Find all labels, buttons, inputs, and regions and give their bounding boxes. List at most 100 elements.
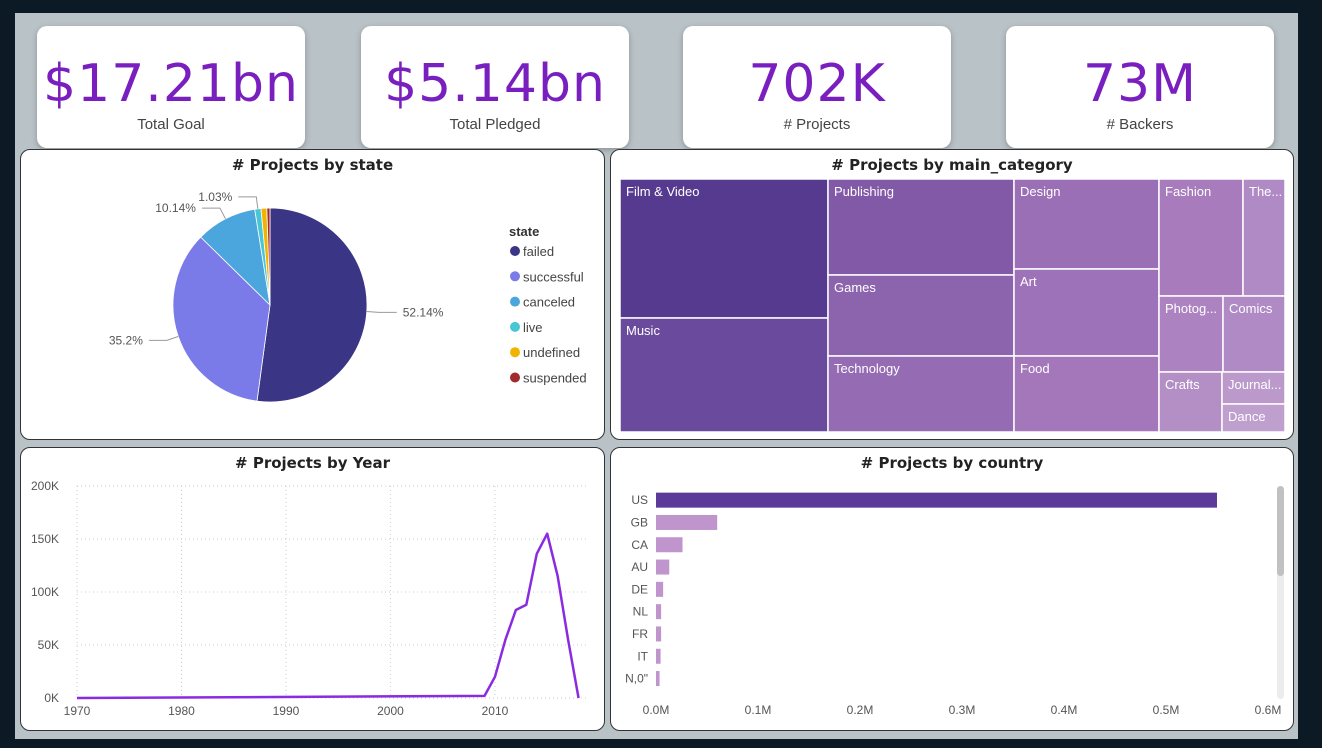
treemap-tile-food[interactable]: Food [1013, 355, 1160, 433]
kpi-value: 73M [1082, 54, 1198, 114]
bar-gb[interactable] [656, 514, 718, 530]
treemap-tile-photog-[interactable]: Photog... [1158, 295, 1224, 373]
legend-item-failed[interactable]: failed [523, 244, 554, 259]
bar-nl[interactable] [656, 604, 662, 620]
x-tick-label: 0.3M [949, 703, 976, 717]
legend-marker [510, 296, 520, 307]
legend-title: state [509, 224, 539, 239]
treemap-label: Fashion [1165, 184, 1211, 199]
treemap-label: Film & Video [626, 184, 699, 199]
treemap-tile-art[interactable]: Art [1013, 268, 1160, 357]
kpi-value: $5.14bn [384, 54, 606, 114]
y-tick-label: 50K [38, 638, 59, 652]
kpi-total-pledged[interactable]: $5.14bn Total Pledged [361, 26, 629, 148]
bar-chart[interactable]: 0.0M 0.1M 0.2M 0.3M 0.4M 0.5M 0.6M US GB CA AU DE NL… [611, 448, 1293, 730]
pie-leader-line [238, 196, 259, 209]
bar-us[interactable] [656, 492, 1217, 508]
y-category-label: CA [631, 538, 648, 552]
y-category-label: US [631, 493, 648, 507]
scrollbar-thumb[interactable] [1277, 486, 1284, 576]
treemap-tile-film-video[interactable]: Film & Video [619, 178, 829, 319]
line-chart[interactable]: 0K 50K 100K 150K 200K 1970 1980 1990 2000 2010 [21, 448, 604, 730]
kpi-label: Total Pledged [449, 116, 541, 133]
pie-data-label: 35.2% [109, 333, 143, 347]
legend-item-canceled[interactable]: canceled [523, 295, 575, 310]
bar-au[interactable] [656, 559, 670, 575]
treemap-tile-fashion[interactable]: Fashion [1158, 178, 1244, 297]
bar-chart-card[interactable]: # Projects by country 0.0M 0.1M 0.2M 0.3M 0.… [610, 447, 1294, 731]
kpi-projects[interactable]: 702K # Projects [683, 26, 951, 148]
treemap-label: The... [1249, 184, 1282, 199]
legend-marker [510, 321, 520, 332]
y-category-label: IT [637, 649, 648, 663]
treemap-card[interactable]: # Projects by main_category Film & Video… [610, 149, 1294, 440]
treemap-tile-games[interactable]: Games [827, 274, 1015, 357]
treemap-tile-publishing[interactable]: Publishing [827, 178, 1015, 276]
x-tick-label: 0.6M [1255, 703, 1282, 717]
pie-data-label: 1.03% [198, 190, 232, 204]
pie-data-label: 52.14% [403, 305, 444, 319]
treemap-label: Design [1020, 184, 1060, 199]
treemap-label: Comics [1229, 301, 1273, 316]
treemap-tile-comics[interactable]: Comics [1222, 295, 1286, 373]
bar-n[interactable] [656, 671, 660, 687]
legend-item-undefined[interactable]: undefined [523, 345, 580, 360]
x-tick-label: 2000 [377, 704, 404, 718]
kpi-label: # Projects [783, 116, 851, 133]
x-tick-label: 1970 [64, 704, 91, 718]
treemap-tile-music[interactable]: Music [619, 317, 829, 433]
kpi-value: $17.21bn [43, 54, 299, 114]
pie-leader-line [201, 207, 226, 220]
y-category-label: GB [631, 515, 648, 529]
y-tick-label: 100K [31, 585, 59, 599]
kpi-total-goal[interactable]: $17.21bn Total Goal [37, 26, 305, 148]
y-tick-label: 0K [44, 691, 59, 705]
bar-de[interactable] [656, 581, 664, 597]
dashboard-canvas: $17.21bn Total Goal $5.14bn Total Pledge… [15, 13, 1298, 739]
treemap-label: Journal... [1228, 377, 1281, 392]
treemap-tile-journal-[interactable]: Journal... [1221, 371, 1286, 405]
kpi-value: 702K [748, 54, 886, 114]
treemap-tile-design[interactable]: Design [1013, 178, 1160, 270]
treemap-chart[interactable]: Film & Video Music Publishing Games Technolo… [611, 150, 1293, 439]
legend-item-live[interactable]: live [523, 320, 543, 335]
x-tick-label: 1980 [168, 704, 195, 718]
legend-marker [510, 347, 520, 358]
y-tick-label: 150K [31, 532, 59, 546]
x-tick-label: 2010 [482, 704, 509, 718]
treemap-tile-technology[interactable]: Technology [827, 355, 1015, 433]
pie-slice-failed[interactable] [256, 207, 368, 403]
pie-leader-line [148, 336, 179, 341]
bar-ca[interactable] [656, 537, 683, 553]
treemap-label: Crafts [1165, 377, 1200, 392]
bar-it[interactable] [656, 648, 661, 664]
x-tick-label: 1990 [273, 704, 300, 718]
legend-marker [510, 372, 520, 383]
legend-marker [510, 271, 520, 282]
legend-marker [510, 246, 520, 256]
line-series[interactable] [76, 532, 580, 700]
y-category-label: NL [633, 605, 649, 619]
y-category-label: DE [631, 582, 648, 596]
legend-item-suspended[interactable]: suspended [523, 371, 587, 386]
x-tick-label: 0.0M [643, 703, 670, 717]
pie-chart[interactable]: state 52.14% 35.2% 10.14%1.03% failed succes… [21, 150, 604, 439]
x-tick-label: 0.1M [745, 703, 772, 717]
treemap-tile-the-[interactable]: The... [1242, 178, 1286, 297]
pie-leader-line [366, 311, 397, 313]
treemap-tile-crafts[interactable]: Crafts [1158, 371, 1223, 433]
bar-fr[interactable] [656, 626, 662, 642]
treemap-tile-dance[interactable]: Dance [1221, 403, 1286, 433]
line-chart-card[interactable]: # Projects by Year 0K 50K 100K 150K 200K 1970… [20, 447, 605, 731]
y-category-label: N,0" [625, 672, 648, 686]
treemap-label: Photog... [1165, 301, 1217, 316]
x-tick-label: 0.5M [1153, 703, 1180, 717]
y-tick-label: 200K [31, 479, 59, 493]
treemap-label: Games [834, 280, 876, 295]
legend-item-successful[interactable]: successful [523, 269, 584, 284]
kpi-label: # Backers [1106, 116, 1174, 133]
pie-data-label: 10.14% [155, 201, 196, 215]
pie-chart-card[interactable]: # Projects by state state 52.14% 35.2% 10.… [20, 149, 605, 440]
kpi-backers[interactable]: 73M # Backers [1006, 26, 1274, 148]
treemap-label: Food [1020, 361, 1050, 376]
